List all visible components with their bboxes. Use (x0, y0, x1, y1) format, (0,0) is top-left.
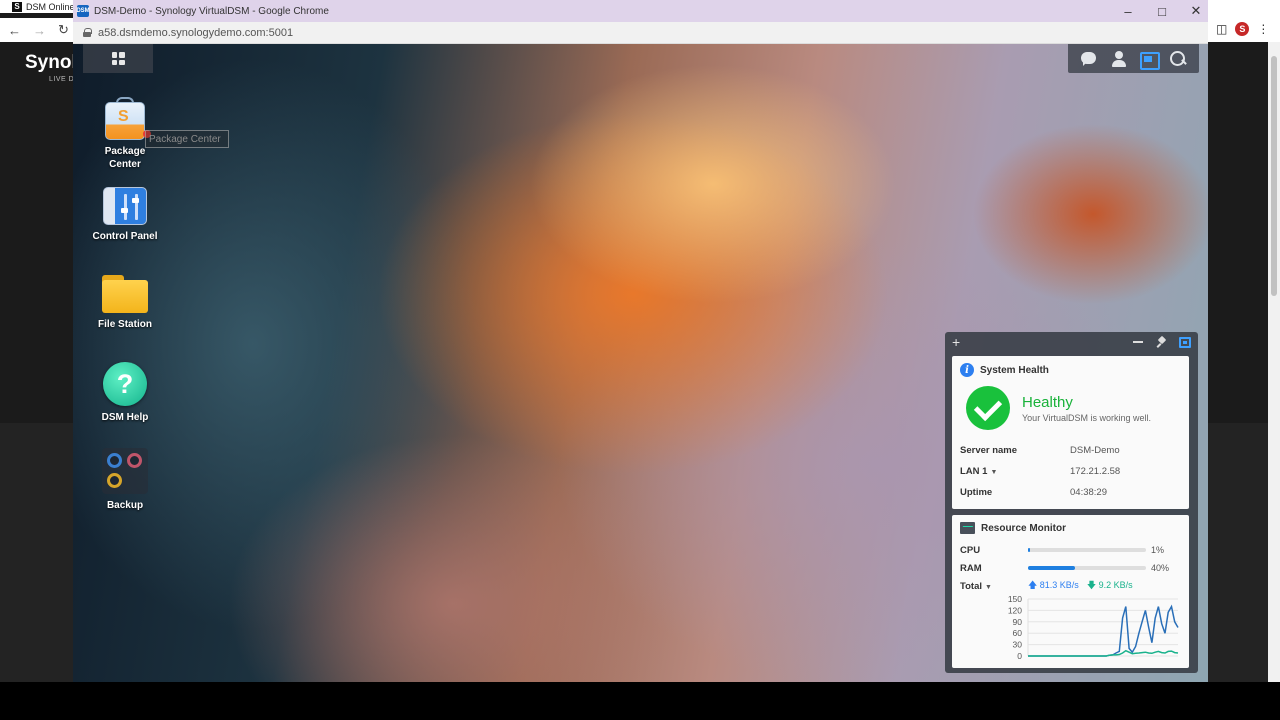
app-label: Control Panel (92, 231, 158, 242)
y-tick-label: 90 (1013, 617, 1023, 627)
widgets-toolbar: + (945, 332, 1198, 352)
resource-monitor-card: Resource Monitor CPU 1% RAM 40% Total ▼ 🡅… (952, 515, 1189, 668)
page-scrollbar[interactable] (1268, 42, 1280, 682)
check-icon (966, 386, 1010, 430)
ram-usage-bar (1028, 566, 1146, 570)
widgets-icon[interactable] (1139, 50, 1161, 70)
download-arrow-icon: 🡇 (1086, 580, 1097, 590)
package-center-icon: S (103, 96, 151, 140)
desktop-app-dsm-help[interactable]: ? DSM Help (80, 362, 170, 424)
info-icon: i (960, 363, 974, 377)
window-title: DSM-Demo - Synology VirtualDSM - Google … (94, 5, 329, 17)
folder-icon (102, 275, 148, 313)
add-widget-icon[interactable]: + (952, 334, 960, 350)
desktop-app-backup[interactable]: Backup (80, 448, 170, 512)
system-health-card: i System Health Healthy Your VirtualDSM … (952, 356, 1189, 509)
y-tick-label: 150 (1008, 595, 1022, 604)
resource-monitor-icon (960, 522, 975, 534)
cpu-row: CPU 1% (960, 544, 1165, 556)
y-tick-label: 30 (1013, 640, 1023, 650)
health-status-detail: Your VirtualDSM is working well. (1022, 412, 1152, 423)
app-label: Package Center (104, 146, 146, 170)
network-total-row: Total ▼ 🡅 81.3 KB/s 🡇 9.2 KB/s (960, 580, 1133, 592)
dsm-favicon-icon: DSM (76, 5, 90, 17)
background-tab-title: DSM Online (26, 1, 75, 12)
scrollbar-thumb[interactable] (1271, 56, 1277, 296)
background-brand: Synol (25, 52, 77, 73)
resource-monitor-title: Resource Monitor (981, 522, 1067, 534)
tooltip: Package Center (145, 130, 229, 148)
widgets-panel: + i System Health Healthy Your VirtualDS… (945, 332, 1198, 673)
app-label: DSM Help (101, 412, 149, 423)
cpu-usage-bar (1028, 548, 1146, 552)
screen: S DSM Online ← → ↻ Synol LIVE DE ◫ S ⋮ D… (0, 0, 1280, 720)
upload-rate: 81.3 KB/s (1039, 580, 1079, 590)
synology-favicon-icon: S (12, 1, 22, 12)
app-label: Backup (106, 500, 144, 511)
y-tick-label: 120 (1008, 605, 1022, 615)
ram-row: RAM 40% (960, 562, 1170, 574)
upload-series-line (1028, 604, 1179, 657)
pin-icon[interactable] (1157, 337, 1167, 347)
back-arrow-icon[interactable]: ← (8, 23, 21, 38)
taskbar-tray (1068, 44, 1199, 73)
system-health-title: System Health (980, 364, 1049, 376)
main-menu-button[interactable] (83, 44, 153, 73)
server-name-row: Server name DSM-Demo (960, 445, 1120, 456)
network-chart-svg: 150120 9060 300 (1008, 594, 1179, 661)
close-icon[interactable]: ✕ (1190, 3, 1202, 19)
ram-usage-fill (1028, 566, 1076, 570)
lan-row: LAN 1 ▼ 172.21.2.58 (960, 466, 1121, 477)
widgets-icon[interactable] (1179, 336, 1191, 348)
app-label: File Station (98, 319, 152, 330)
notification-chat-icon[interactable] (1080, 50, 1098, 68)
taskbar-strip (0, 682, 1280, 720)
download-rate: 9.2 KB/s (1098, 580, 1133, 590)
health-status-text: Healthy (1022, 393, 1073, 411)
window-titlebar[interactable]: DSM DSM-Demo - Synology VirtualDSM - Goo… (73, 0, 1208, 22)
user-icon[interactable] (1110, 50, 1128, 68)
lock-icon[interactable] (83, 28, 92, 37)
background-section-right (1208, 423, 1268, 682)
chevron-down-icon[interactable]: ▼ (990, 469, 997, 476)
upload-arrow-icon: 🡅 (1028, 580, 1038, 590)
desktop-app-control-panel[interactable]: Control Panel (80, 187, 170, 243)
backup-icon (102, 448, 148, 494)
minimize-icon[interactable]: – (1122, 4, 1134, 19)
y-tick-label: 60 (1013, 628, 1023, 638)
control-panel-icon (103, 187, 147, 225)
sidepanel-icon[interactable]: ◫ (1216, 22, 1227, 36)
menu-dots-icon[interactable]: ⋮ (1257, 22, 1269, 36)
cpu-usage-fill (1028, 548, 1030, 552)
maximize-icon[interactable]: □ (1156, 4, 1168, 19)
profile-avatar-icon[interactable]: S (1235, 22, 1250, 36)
forward-arrow-icon[interactable]: → (33, 23, 46, 38)
card-title: Resource Monitor (952, 515, 1189, 541)
minimize-widgets-icon[interactable] (1133, 341, 1143, 343)
background-nav-buttons: ← → ↻ (0, 18, 73, 42)
url-text[interactable]: a58.dsmdemo.synologydemo.com:5001 (98, 27, 293, 39)
health-status: Healthy Your VirtualDSM is working well. (952, 384, 1189, 432)
background-toolbar: ◫ S ⋮ (1208, 0, 1280, 42)
reload-icon[interactable]: ↻ (58, 22, 69, 38)
help-question-icon: ? (103, 362, 147, 406)
chevron-down-icon[interactable]: ▼ (985, 584, 992, 591)
search-icon[interactable] (1169, 50, 1187, 68)
y-tick-label: 0 (1017, 651, 1022, 661)
desktop-app-file-station[interactable]: File Station (80, 275, 170, 331)
network-chart: 150 120 90 60 30 0 (952, 594, 1189, 665)
address-bar[interactable]: a58.dsmdemo.synologydemo.com:5001 (73, 22, 1208, 44)
uptime-row: Uptime 04:38:29 (960, 487, 1107, 498)
background-tab[interactable]: S DSM Online (0, 0, 80, 13)
card-title: i System Health (952, 356, 1189, 384)
grid-menu-icon (111, 52, 125, 65)
download-series-line (1028, 649, 1179, 657)
background-section (0, 423, 73, 682)
